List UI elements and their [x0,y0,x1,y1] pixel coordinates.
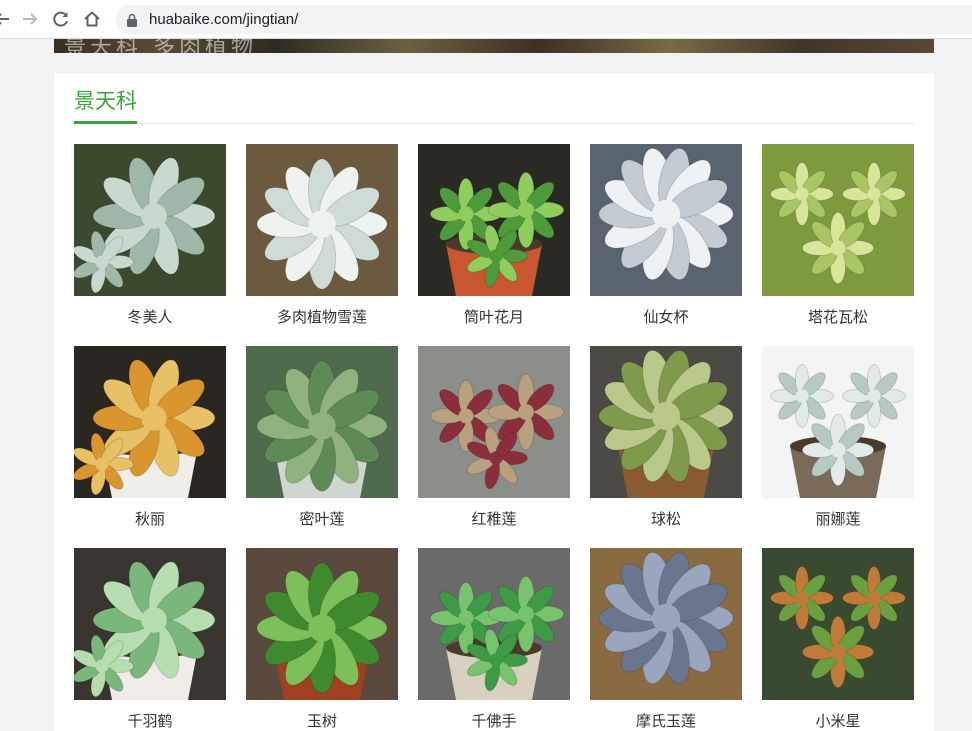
plant-card[interactable]: 多肉植物雪莲 [246,144,398,327]
plant-card[interactable]: 小米星 [762,548,914,731]
banner-image: 景天科 多肉植物 [54,39,934,53]
plant-photo[interactable] [590,548,742,700]
title-divider [74,123,914,124]
page-scrollbar[interactable] [954,39,972,731]
plant-photo[interactable] [246,144,398,296]
title-underline [74,121,137,124]
plant-name[interactable]: 仙女杯 [590,307,742,327]
plant-name[interactable]: 冬美人 [74,307,226,327]
plant-card[interactable]: 密叶莲 [246,346,398,529]
plant-photo[interactable] [418,346,570,498]
plant-card[interactable]: 玉树 [246,548,398,731]
plant-photo[interactable] [762,346,914,498]
plant-name[interactable]: 塔花瓦松 [762,307,914,327]
plant-card[interactable]: 球松 [590,346,742,529]
plant-card[interactable]: 冬美人 [74,144,226,327]
plant-card[interactable]: 仙女杯 [590,144,742,327]
plant-photo[interactable] [246,548,398,700]
reload-icon[interactable] [51,9,71,29]
back-arrow-icon[interactable] [0,9,12,29]
plant-photo[interactable] [590,346,742,498]
plant-card[interactable]: 摩氏玉莲 [590,548,742,731]
plant-name[interactable]: 摩氏玉莲 [590,711,742,731]
plant-name[interactable]: 玉树 [246,711,398,731]
plant-photo[interactable] [74,346,226,498]
plant-name[interactable]: 球松 [590,509,742,529]
section-title[interactable]: 景天科 [74,85,137,115]
plant-name[interactable]: 密叶莲 [246,509,398,529]
plant-photo[interactable] [74,548,226,700]
plant-name[interactable]: 红稚莲 [418,509,570,529]
plant-card[interactable]: 红稚莲 [418,346,570,529]
plant-name[interactable]: 秋丽 [74,509,226,529]
plant-card[interactable]: 秋丽 [74,346,226,529]
plant-name[interactable]: 千佛手 [418,711,570,731]
plant-photo[interactable] [74,144,226,296]
plant-photo[interactable] [590,144,742,296]
banner-text: 景天科 多肉植物 [64,39,257,53]
plant-name[interactable]: 筒叶花月 [418,307,570,327]
plant-name[interactable]: 小米星 [762,711,914,731]
plant-photo[interactable] [246,346,398,498]
lock-icon[interactable] [126,12,138,31]
plant-photo[interactable] [418,144,570,296]
home-icon[interactable] [82,9,102,29]
plant-photo[interactable] [418,548,570,700]
plant-photo[interactable] [762,144,914,296]
plant-name[interactable]: 千羽鹤 [74,711,226,731]
plant-photo[interactable] [762,548,914,700]
plant-name[interactable]: 丽娜莲 [762,509,914,529]
forward-arrow-icon[interactable] [20,9,40,29]
category-panel: 景天科 冬美人 多肉植物雪莲 筒叶花月 仙女杯 塔花瓦松秋丽 密叶莲 红稚莲 球松 丽娜莲千羽鹤… [54,73,934,731]
url-text[interactable]: huabaike.com/jingtian/ [149,11,298,28]
plant-card[interactable]: 筒叶花月 [418,144,570,327]
browser-toolbar: huabaike.com/jingtian/ [0,0,972,39]
plant-card[interactable]: 千羽鹤 [74,548,226,731]
address-bar[interactable]: huabaike.com/jingtian/ [116,5,972,34]
plant-name[interactable]: 多肉植物雪莲 [246,307,398,327]
plant-card[interactable]: 千佛手 [418,548,570,731]
plant-card[interactable]: 塔花瓦松 [762,144,914,327]
plant-card[interactable]: 丽娜莲 [762,346,914,529]
